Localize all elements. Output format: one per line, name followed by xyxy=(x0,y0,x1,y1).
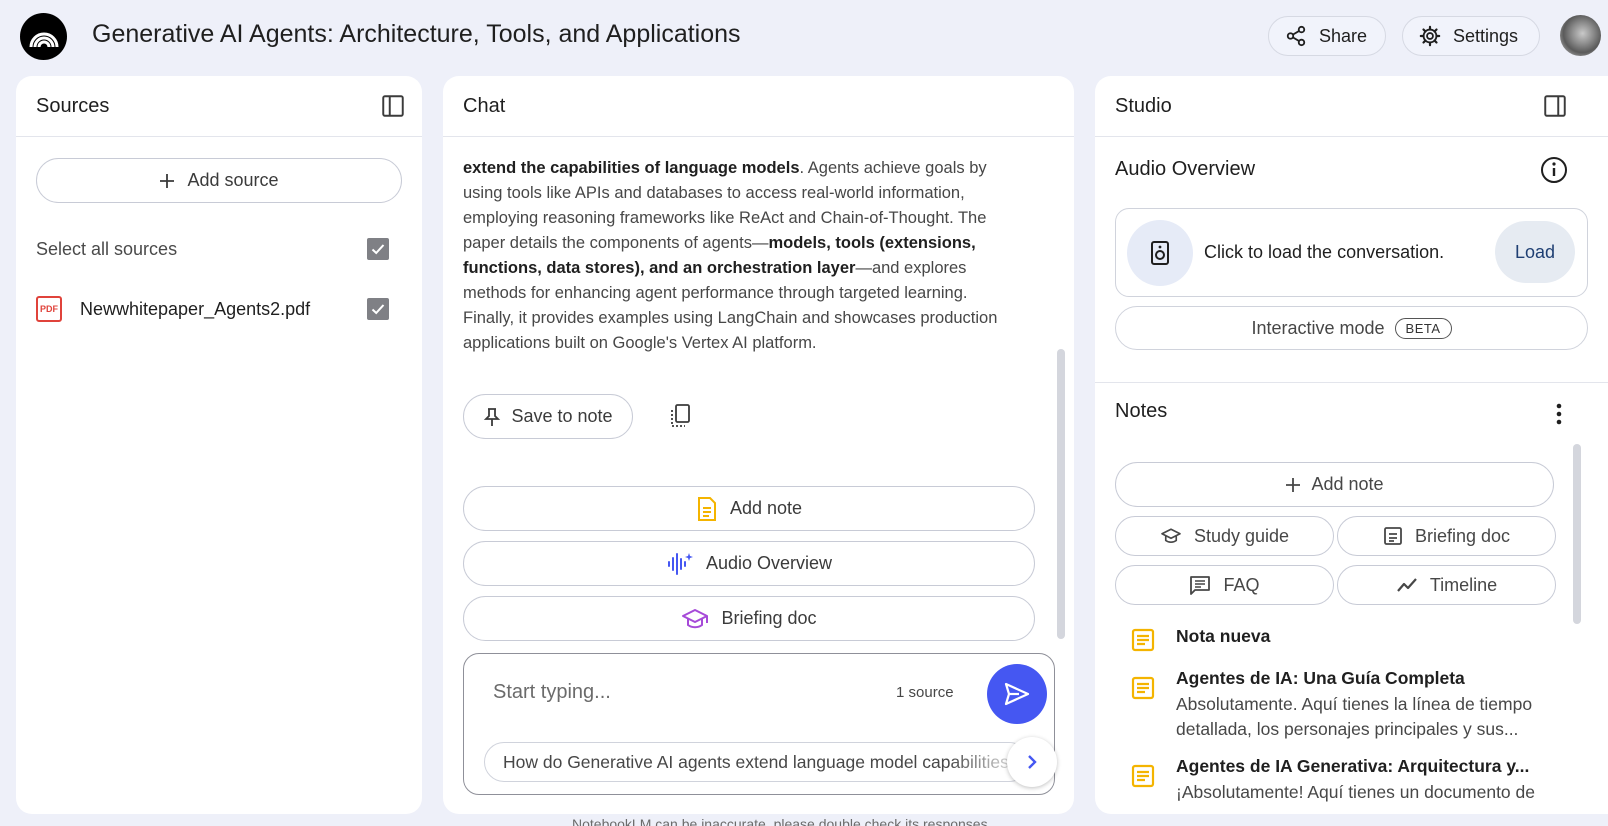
load-button[interactable]: Load xyxy=(1495,221,1575,283)
divider xyxy=(1095,382,1608,383)
panel-toggle-icon[interactable] xyxy=(1542,93,1568,119)
chat-message: extend the capabilities of language mode… xyxy=(463,156,1023,356)
gear-icon xyxy=(1419,25,1441,47)
pdf-icon: PDF xyxy=(36,296,62,322)
graduation-cap-icon xyxy=(1160,527,1182,545)
briefing-doc-suggestion-label: Briefing doc xyxy=(721,608,817,628)
add-note-suggestion-label: Add note xyxy=(729,498,803,518)
timeline-button[interactable]: Timeline xyxy=(1337,565,1556,605)
sources-panel: Sources Add source Select all sources PD… xyxy=(16,76,422,814)
chat-title: Chat xyxy=(463,94,506,117)
audio-overview-suggestion-button[interactable]: Audio Overview xyxy=(463,541,1035,586)
settings-button[interactable]: Settings xyxy=(1402,16,1540,56)
note-preview: ¡Absolutamente! Aquí tienes un documento… xyxy=(1176,782,1535,802)
interactive-mode-button[interactable]: Interactive mode BETA xyxy=(1115,306,1588,350)
add-note-button[interactable]: Add note xyxy=(1115,462,1554,507)
audio-overview-prompt: Click to load the conversation. xyxy=(1204,242,1445,262)
note-doc-icon xyxy=(696,496,718,522)
audio-overview-card: Click to load the conversation. Load xyxy=(1115,208,1588,297)
note-preview: Absolutamente. Aquí tienes la línea de t… xyxy=(1176,694,1533,739)
briefing-doc-label: Briefing doc xyxy=(1414,525,1511,546)
notebook-title[interactable]: Generative AI Agents: Architecture, Tool… xyxy=(92,20,741,49)
add-note-label: Add note xyxy=(1311,474,1384,494)
chat-header: Chat xyxy=(443,76,1074,137)
settings-label: Settings xyxy=(1453,25,1519,46)
faq-icon xyxy=(1189,575,1211,595)
study-guide-label: Study guide xyxy=(1193,525,1290,546)
suggested-question-chip[interactable]: How do Generative AI agents extend langu… xyxy=(484,742,1029,782)
message-bold-1: extend the capabilities of language mode… xyxy=(463,159,800,177)
chat-scrollbar[interactable] xyxy=(1057,349,1065,639)
faq-button[interactable]: FAQ xyxy=(1115,565,1334,605)
beta-badge: BETA xyxy=(1394,317,1452,339)
pin-icon xyxy=(483,407,501,427)
studio-header: Studio xyxy=(1095,76,1608,137)
plus-icon xyxy=(159,173,175,189)
select-all-checkbox[interactable] xyxy=(367,238,389,260)
add-source-label: Add source xyxy=(187,170,279,190)
disclaimer-text: NotebookLM can be inaccurate, please dou… xyxy=(572,816,992,826)
source-count: 1 source xyxy=(896,684,954,701)
kebab-icon[interactable] xyxy=(1555,402,1563,426)
audio-overview-title: Audio Overview xyxy=(1115,158,1256,180)
chat-composer: Start typing... 1 source How do Generati… xyxy=(463,653,1057,795)
source-name: Newwhitepaper_Agents2.pdf xyxy=(80,298,311,319)
save-to-note-button[interactable]: Save to note xyxy=(463,394,633,439)
logo-icon[interactable] xyxy=(20,13,67,60)
share-button[interactable]: Share xyxy=(1268,16,1386,56)
graduation-cap-icon xyxy=(681,607,709,631)
info-icon[interactable] xyxy=(1540,156,1568,184)
audio-waveform-icon xyxy=(666,551,694,577)
timeline-label: Timeline xyxy=(1429,574,1498,595)
source-checkbox[interactable] xyxy=(367,298,389,320)
timeline-icon xyxy=(1396,577,1418,593)
studio-panel: Studio Audio Overview Click to load the … xyxy=(1095,76,1608,814)
panel-toggle-icon[interactable] xyxy=(380,93,406,119)
faq-label: FAQ xyxy=(1223,574,1260,595)
app-header: Generative AI Agents: Architecture, Tool… xyxy=(0,0,1608,72)
sources-header: Sources xyxy=(16,76,422,137)
plus-icon xyxy=(1285,477,1301,493)
share-icon xyxy=(1285,25,1307,47)
briefing-icon xyxy=(1383,526,1403,546)
note-doc-icon xyxy=(1131,628,1155,652)
next-suggestion-button[interactable] xyxy=(1007,737,1057,787)
note-doc-icon xyxy=(1131,764,1155,788)
avatar[interactable] xyxy=(1560,15,1601,56)
study-guide-button[interactable]: Study guide xyxy=(1115,516,1334,556)
select-all-label: Select all sources xyxy=(36,239,178,259)
send-button[interactable] xyxy=(987,664,1047,724)
interactive-mode-label: Interactive mode xyxy=(1251,317,1385,338)
copy-icon[interactable] xyxy=(668,403,692,429)
suggested-question-text: How do Generative AI agents extend langu… xyxy=(503,751,1019,772)
source-item[interactable]: PDF Newwhitepaper_Agents2.pdf xyxy=(36,291,346,327)
share-label: Share xyxy=(1319,25,1368,46)
note-doc-icon xyxy=(1131,676,1155,700)
chevron-right-icon xyxy=(1025,753,1039,771)
sources-title: Sources xyxy=(36,94,110,117)
studio-scrollbar[interactable] xyxy=(1573,444,1581,624)
notes-title: Notes xyxy=(1115,400,1168,422)
add-note-suggestion-button[interactable]: Add note xyxy=(463,486,1035,531)
briefing-doc-button[interactable]: Briefing doc xyxy=(1337,516,1556,556)
chat-panel: Chat extend the capabilities of language… xyxy=(443,76,1074,814)
add-source-button[interactable]: Add source xyxy=(36,158,402,203)
chat-input[interactable]: Start typing... xyxy=(493,681,611,704)
note-title: Agentes de IA Generativa: Arquitectura y… xyxy=(1176,756,1530,776)
audio-overview-suggestion-label: Audio Overview xyxy=(705,553,833,573)
speaker-icon xyxy=(1127,220,1193,286)
note-title: Nota nueva xyxy=(1176,626,1271,646)
save-to-note-label: Save to note xyxy=(511,406,613,426)
briefing-doc-suggestion-button[interactable]: Briefing doc xyxy=(463,596,1035,641)
note-title: Agentes de IA: Una Guía Completa xyxy=(1176,668,1465,688)
send-icon xyxy=(1004,682,1030,706)
studio-title: Studio xyxy=(1115,94,1172,117)
